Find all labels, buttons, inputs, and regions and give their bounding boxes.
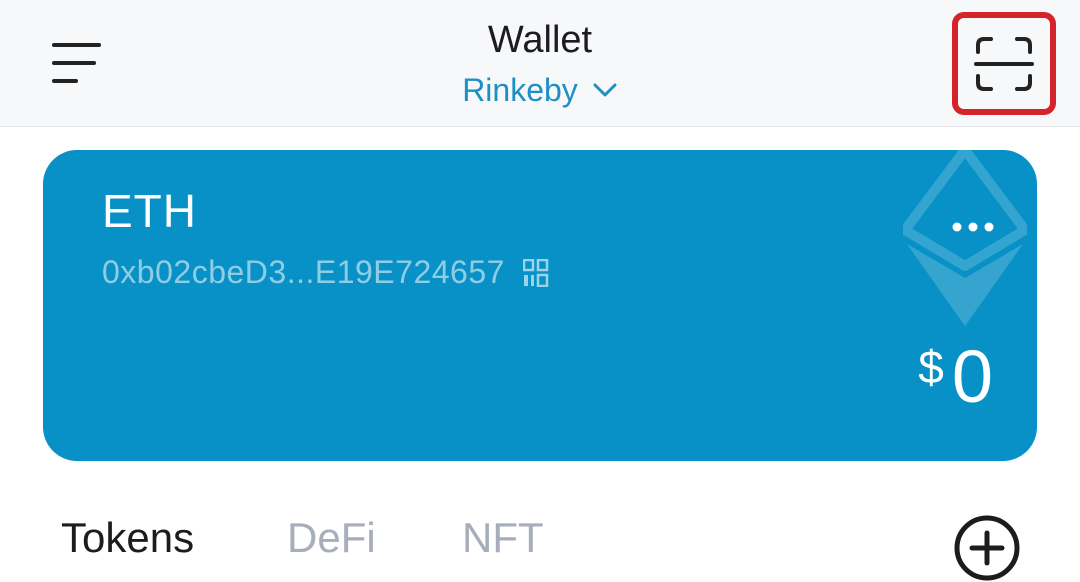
currency-symbol: $ (918, 341, 944, 393)
qr-code-icon[interactable] (522, 258, 549, 287)
more-dots-icon (952, 222, 994, 232)
wallet-address: 0xb02cbeD3...E19E724657 (102, 254, 505, 290)
more-options-button[interactable] (943, 212, 1003, 242)
balance-amount: 0 (951, 335, 993, 418)
page-title: Wallet (487, 19, 593, 61)
scan-button[interactable] (952, 12, 1056, 115)
wallet-card[interactable]: ETH 0xb02cbeD3...E19E724657 $ 0 (43, 150, 1037, 461)
network-label: Rinkeby (462, 72, 578, 108)
tab-tokens[interactable]: Tokens (61, 512, 287, 564)
top-bar: Wallet Rinkeby (0, 0, 1080, 127)
tab-defi[interactable]: DeFi (287, 512, 462, 564)
add-token-button[interactable] (953, 514, 1021, 582)
balance-display: $ 0 (918, 336, 993, 418)
tab-nft[interactable]: NFT (462, 512, 544, 564)
title-area: Wallet Rinkeby (0, 18, 1080, 110)
address-row[interactable]: 0xb02cbeD3...E19E724657 (102, 254, 549, 291)
asset-tabs: Tokens DeFi NFT (61, 512, 544, 564)
add-circle-icon (954, 515, 1020, 581)
asset-symbol: ETH (102, 185, 197, 237)
chevron-down-icon (592, 82, 618, 98)
scan-icon (974, 36, 1034, 91)
network-selector[interactable]: Rinkeby (462, 70, 618, 110)
